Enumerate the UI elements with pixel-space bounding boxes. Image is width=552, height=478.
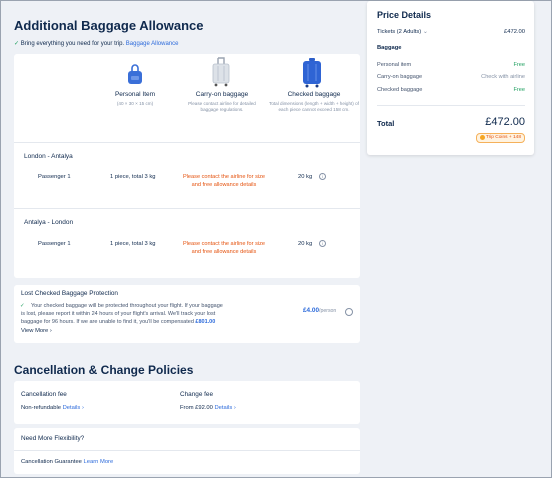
segment-route: Antalya - London xyxy=(24,219,74,226)
protection-line3-text: baggage for 96 hours. If we are unable t… xyxy=(21,319,194,325)
protection-title: Lost Checked Baggage Protection xyxy=(21,290,118,297)
chevron-right-icon: › xyxy=(81,405,84,411)
compensation-amount: £801.00 xyxy=(195,319,216,325)
cancellation-guarantee: Cancellation Guarantee Learn More xyxy=(21,459,113,465)
cancellation-fee-value: Non-refundable Details › xyxy=(21,405,84,411)
chevron-right-icon: › xyxy=(49,328,52,334)
checked-baggage-suitcase-icon xyxy=(303,58,321,88)
baggage-subtitle-text: Bring everything you need for your trip. xyxy=(20,41,125,47)
protection-price-value: £4.00 xyxy=(303,307,319,314)
personal-item-allowance: 1 piece, total 3 kg xyxy=(110,174,156,180)
passenger-label: Passenger 1 xyxy=(38,174,71,180)
protection-price-unit: /person xyxy=(319,308,337,314)
divider xyxy=(14,208,360,209)
checked-allowance: 20 kg xyxy=(298,241,313,247)
change-fee-text: From £92.00 xyxy=(180,405,213,411)
protection-line3: baggage for 96 hours. If we are unable t… xyxy=(21,319,215,325)
chevron-down-icon: ⌄ xyxy=(422,29,428,35)
checked-baggage-note: Total dimensions (length + width + heigh… xyxy=(269,101,359,112)
tickets-label: Tickets (2 Adults) xyxy=(377,29,422,35)
policies-section-title: Cancellation & Change Policies xyxy=(14,363,194,377)
personal-item-note: (40 × 30 × 15 cm) xyxy=(116,101,154,106)
personal-item-header: Personal Item xyxy=(114,91,156,98)
baggage-section-title: Additional Baggage Allowance xyxy=(14,18,204,33)
checked-baggage-price-label: Checked baggage xyxy=(377,87,423,93)
divider xyxy=(14,142,360,143)
change-fee-value: From £92.00 Details › xyxy=(180,405,236,411)
baggage-subtitle: ✓ Bring everything you need for your tri… xyxy=(14,40,178,47)
passenger-label: Passenger 1 xyxy=(38,241,71,247)
change-details-label: Details xyxy=(214,405,233,411)
protection-line2: is lost, please report it within 24 hour… xyxy=(21,311,216,317)
baggage-label: Baggage xyxy=(377,45,402,51)
protection-line1: Your checked baggage will be protected t… xyxy=(31,303,223,309)
protection-radio-button[interactable] xyxy=(345,308,353,316)
cancellation-guarantee-text: Cancellation Guarantee xyxy=(21,459,82,465)
trip-coins-text: Trip Coins + 148 xyxy=(485,135,521,140)
carry-on-price-label: Carry-on baggage xyxy=(377,74,423,80)
view-more-label: View More xyxy=(21,328,49,334)
check-icon: ✓ xyxy=(14,41,20,47)
tickets-toggle[interactable]: Tickets (2 Adults) ⌄ xyxy=(377,29,428,35)
divider xyxy=(377,105,525,106)
personal-item-price-label: Personal item xyxy=(377,62,412,68)
cancellation-details-label: Details xyxy=(62,405,81,411)
personal-item-bag-icon xyxy=(128,64,142,84)
carry-on-header: Carry-on baggage xyxy=(195,91,249,98)
carry-on-allowance: Please contact the airline for size and … xyxy=(182,241,266,255)
flexibility-card: Need More Flexibility? Cancellation Guar… xyxy=(14,428,360,474)
change-details-link[interactable]: Details › xyxy=(215,405,236,411)
personal-item-allowance: 1 piece, total 3 kg xyxy=(110,241,156,247)
lost-baggage-protection-card: Lost Checked Baggage Protection ✓ Your c… xyxy=(14,285,360,343)
info-icon[interactable]: i xyxy=(319,240,326,247)
carry-on-suitcase-icon xyxy=(212,57,230,87)
carry-on-allowance: Please contact the airline for size and … xyxy=(182,174,266,188)
price-details-title: Price Details xyxy=(377,10,432,20)
divider xyxy=(14,450,360,451)
cancellation-fee-text: Non-refundable xyxy=(21,405,61,411)
cancellation-fee-label: Cancellation fee xyxy=(21,391,67,398)
trip-coins-badge: Trip Coins + 148 xyxy=(475,133,525,143)
protection-price: £4.00/person xyxy=(303,307,336,314)
change-fee-label: Change fee xyxy=(180,391,214,398)
flexibility-title: Need More Flexibility? xyxy=(21,435,85,442)
carry-on-note: Please contact airline for detailed bagg… xyxy=(188,101,256,112)
tickets-value: £472.00 xyxy=(504,29,525,35)
baggage-card: Personal Item (40 × 30 × 15 cm) Carry-on… xyxy=(14,54,360,278)
personal-item-price-value: Free xyxy=(513,62,525,68)
checked-baggage-price-value: Free xyxy=(513,87,525,93)
chevron-right-icon: › xyxy=(233,405,236,411)
view-more-link[interactable]: View More › xyxy=(21,328,52,334)
segment-route: London - Antalya xyxy=(24,153,73,160)
info-icon[interactable]: i xyxy=(319,173,326,180)
cancellation-details-link[interactable]: Details › xyxy=(63,405,84,411)
total-label: Total xyxy=(377,119,395,128)
baggage-allowance-link[interactable]: Baggage Allowance xyxy=(126,41,179,47)
price-details-card: Price Details Tickets (2 Adults) ⌄ £472.… xyxy=(367,1,534,155)
carry-on-price-value: Check with airline xyxy=(481,74,525,80)
checked-allowance: 20 kg xyxy=(298,174,313,180)
coin-icon xyxy=(479,135,485,140)
policies-card: Cancellation fee Non-refundable Details … xyxy=(14,381,360,424)
check-icon: ✓ xyxy=(20,303,25,309)
total-value: £472.00 xyxy=(485,116,525,128)
checked-baggage-header: Checked baggage xyxy=(287,91,341,98)
learn-more-link[interactable]: Learn More xyxy=(84,459,114,465)
